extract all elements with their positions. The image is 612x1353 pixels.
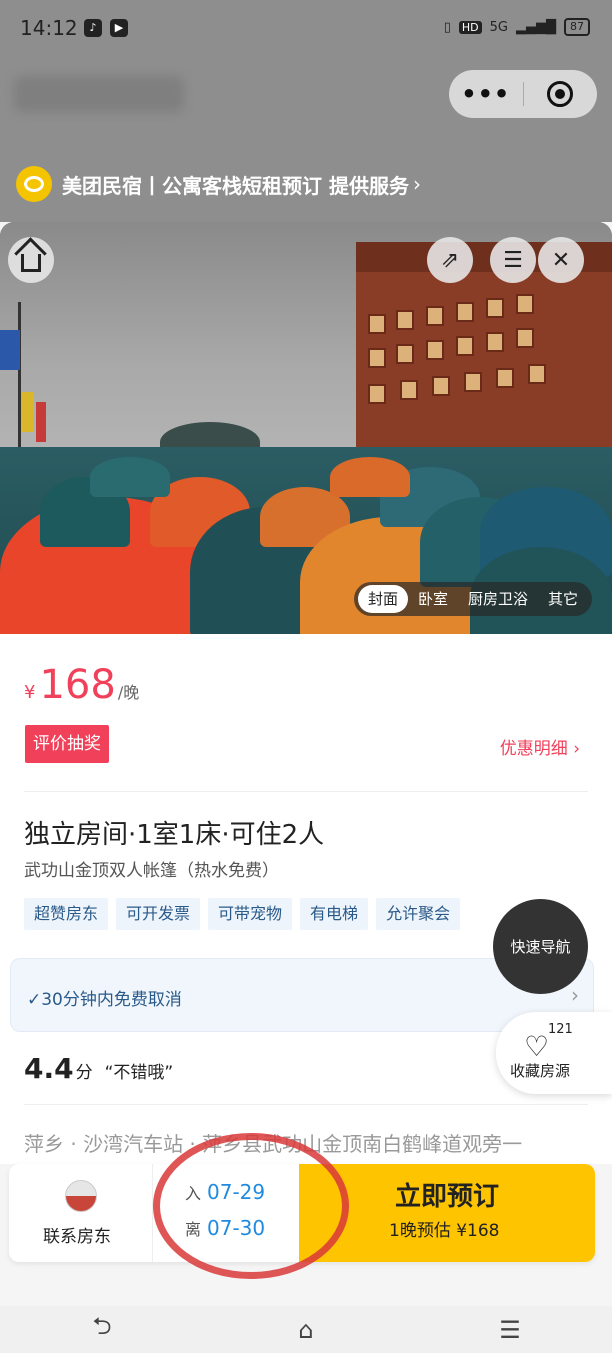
meituan-logo-icon <box>16 166 52 202</box>
listing-photo[interactable]: ⇗ ☰ ✕ 封面 卧室 厨房卫浴 其它 <box>0 222 612 634</box>
favorite-label: 收藏房源 <box>510 1062 571 1080</box>
network-indicator: 5G <box>489 19 508 35</box>
tab-other[interactable]: 其它 <box>538 585 588 613</box>
menu-icon[interactable]: ☰ <box>480 1316 540 1344</box>
close-icon: ✕ <box>551 247 571 273</box>
system-nav-bar: ⮌ ⌂ ☰ <box>0 1306 612 1353</box>
divider <box>24 1104 588 1105</box>
tag-superhost: 超赞房东 <box>24 898 109 930</box>
favorite-button[interactable]: ♡ 121 收藏房源 <box>496 1012 612 1094</box>
home-nav-icon[interactable]: ⌂ <box>276 1316 336 1344</box>
host-avatar <box>65 1180 97 1212</box>
price-currency: ¥ <box>24 682 36 703</box>
signal-icon: ▂▄▆█ <box>516 19 556 35</box>
rating-value: 4.4 <box>24 1052 74 1085</box>
favorite-count: 121 <box>548 1022 573 1037</box>
room-title: 独立房间·1室1床·可住2人 <box>24 820 325 850</box>
battery-indicator: 87 <box>564 18 590 36</box>
vibrate-icon: ▯ <box>443 19 451 35</box>
provider-text: 美团民宿丨公寓客栈短租预订 提供服务 <box>62 173 409 198</box>
status-bar: 14:12 ♪ ▶ ▯ HD 5G ▂▄▆█ 87 <box>0 0 612 60</box>
close-button[interactable]: ✕ <box>538 237 584 283</box>
rating-quote: “不错哦” <box>104 1063 174 1083</box>
status-indicators: ▯ HD 5G ▂▄▆█ 87 <box>444 18 590 36</box>
capsule-menu: ••• <box>449 70 597 118</box>
more-dots-icon[interactable]: ••• <box>449 80 523 108</box>
tab-cover[interactable]: 封面 <box>357 585 408 613</box>
quick-nav-button[interactable]: 快速导航 <box>493 899 588 994</box>
contact-host-label: 联系房东 <box>43 1227 111 1247</box>
chevron-right-icon: › <box>571 983 579 1007</box>
photo-category-tabs: 封面 卧室 厨房卫浴 其它 <box>353 582 592 616</box>
blurred-title <box>14 76 184 112</box>
tab-kitchen-bath[interactable]: 厨房卫浴 <box>458 585 538 613</box>
share-icon: ⇗ <box>440 247 460 273</box>
cancel-policy-text: ✓30分钟内免费取消 <box>27 990 182 1010</box>
chevron-right-icon: › <box>412 172 421 196</box>
status-time: 14:12 <box>20 16 78 40</box>
price-value: 168 <box>39 662 116 708</box>
home-button[interactable] <box>8 237 54 283</box>
room-subtitle: 武功山金顶双人帐篷（热水免费） <box>24 861 279 881</box>
heart-icon: ♡ <box>524 1030 550 1063</box>
feature-tags: 超赞房东 可开发票 可带宠物 有电梯 允许聚会 <box>24 898 461 930</box>
tag-invoice: 可开发票 <box>116 898 201 930</box>
exit-button[interactable] <box>524 81 598 107</box>
home-icon <box>21 254 41 272</box>
provider-banner[interactable]: 美团民宿丨公寓客栈短租预订 提供服务 › <box>16 166 421 202</box>
rating[interactable]: 4.4 分 “不错哦” <box>24 1052 173 1085</box>
rating-unit: 分 <box>75 1063 93 1083</box>
mini-program-header: 14:12 ♪ ▶ ▯ HD 5G ▂▄▆█ 87 ••• 美团民宿丨公寓客栈短… <box>0 0 612 222</box>
annotation-circle <box>153 1133 349 1279</box>
price: ¥ 168 /晚 <box>24 662 139 708</box>
contact-host-button[interactable]: 联系房东 <box>9 1164 153 1262</box>
divider <box>24 791 588 792</box>
hd-badge: HD <box>458 20 482 34</box>
discount-details-link[interactable]: 优惠明细 › <box>500 734 580 759</box>
back-icon[interactable]: ⮌ <box>72 1309 132 1350</box>
tab-bedroom[interactable]: 卧室 <box>408 585 458 613</box>
book-now-label: 立即预订 <box>395 1182 500 1212</box>
tag-elevator: 有电梯 <box>300 898 369 930</box>
price-unit: /晚 <box>117 683 140 702</box>
media-app-icon: ▶ <box>110 19 128 37</box>
tiktok-icon: ♪ <box>84 19 102 37</box>
chat-icon: ☰ <box>503 247 523 273</box>
target-icon <box>547 81 574 107</box>
book-estimate: 1晚预估 ¥168 <box>389 1221 500 1241</box>
share-button[interactable]: ⇗ <box>427 237 473 283</box>
review-lottery-badge[interactable]: 评价抽奖 <box>25 725 109 763</box>
tag-pets: 可带宠物 <box>208 898 293 930</box>
tag-parties: 允许聚会 <box>376 898 461 930</box>
message-button[interactable]: ☰ <box>490 237 536 283</box>
